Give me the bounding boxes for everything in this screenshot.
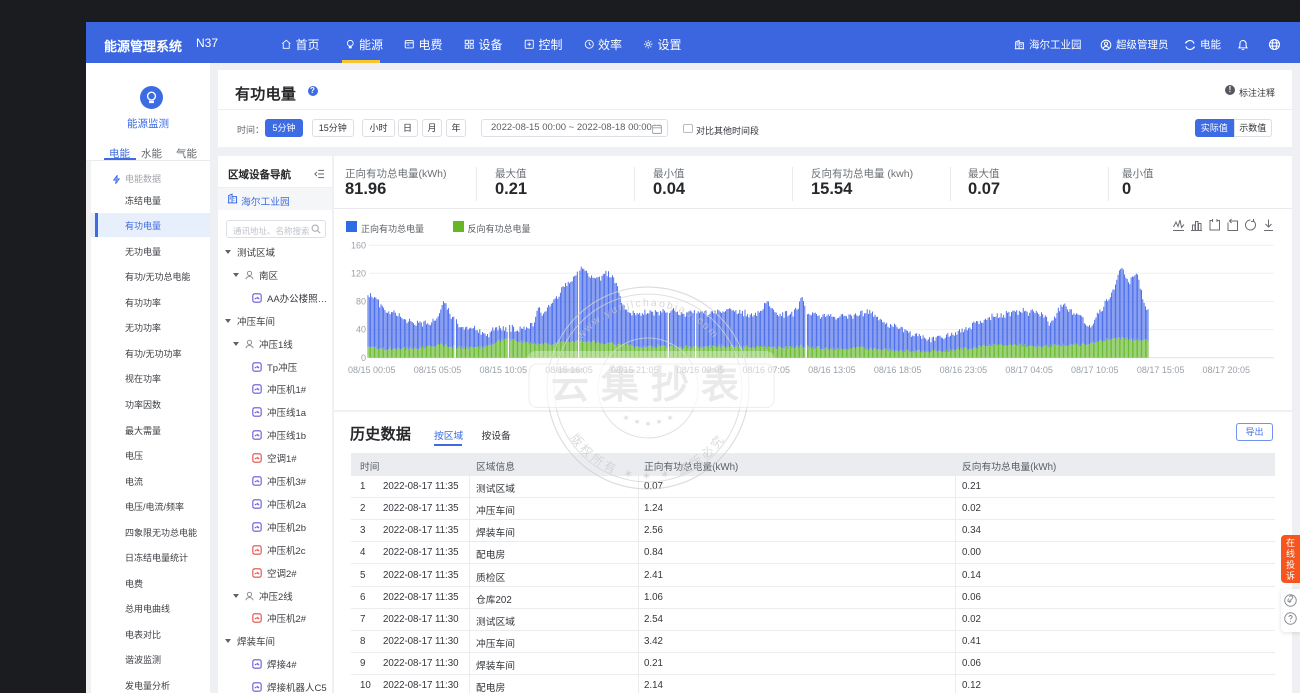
- svg-text:120: 120: [351, 269, 366, 279]
- svg-text:40: 40: [356, 325, 366, 335]
- svg-text:0: 0: [361, 353, 366, 363]
- svg-text:08/15 21:05: 08/15 21:05: [611, 365, 659, 375]
- svg-text:08/15 00:05: 08/15 00:05: [348, 365, 396, 375]
- svg-text:08/16 23:05: 08/16 23:05: [940, 365, 988, 375]
- svg-text:08/16 07:05: 08/16 07:05: [742, 365, 790, 375]
- svg-text:08/15 10:05: 08/15 10:05: [480, 365, 528, 375]
- svg-text:08/17 10:05: 08/17 10:05: [1071, 365, 1119, 375]
- svg-text:08/15 05:05: 08/15 05:05: [414, 365, 462, 375]
- svg-text:160: 160: [351, 241, 366, 251]
- svg-text:08/17 20:05: 08/17 20:05: [1203, 365, 1251, 375]
- svg-text:80: 80: [356, 297, 366, 307]
- svg-text:08/15 16:05: 08/15 16:05: [545, 365, 593, 375]
- svg-text:08/17 04:05: 08/17 04:05: [1005, 365, 1053, 375]
- svg-text:08/17 15:05: 08/17 15:05: [1137, 365, 1185, 375]
- svg-text:08/16 13:05: 08/16 13:05: [808, 365, 856, 375]
- svg-text:08/16 18:05: 08/16 18:05: [874, 365, 922, 375]
- svg-text:08/16 02:05: 08/16 02:05: [677, 365, 725, 375]
